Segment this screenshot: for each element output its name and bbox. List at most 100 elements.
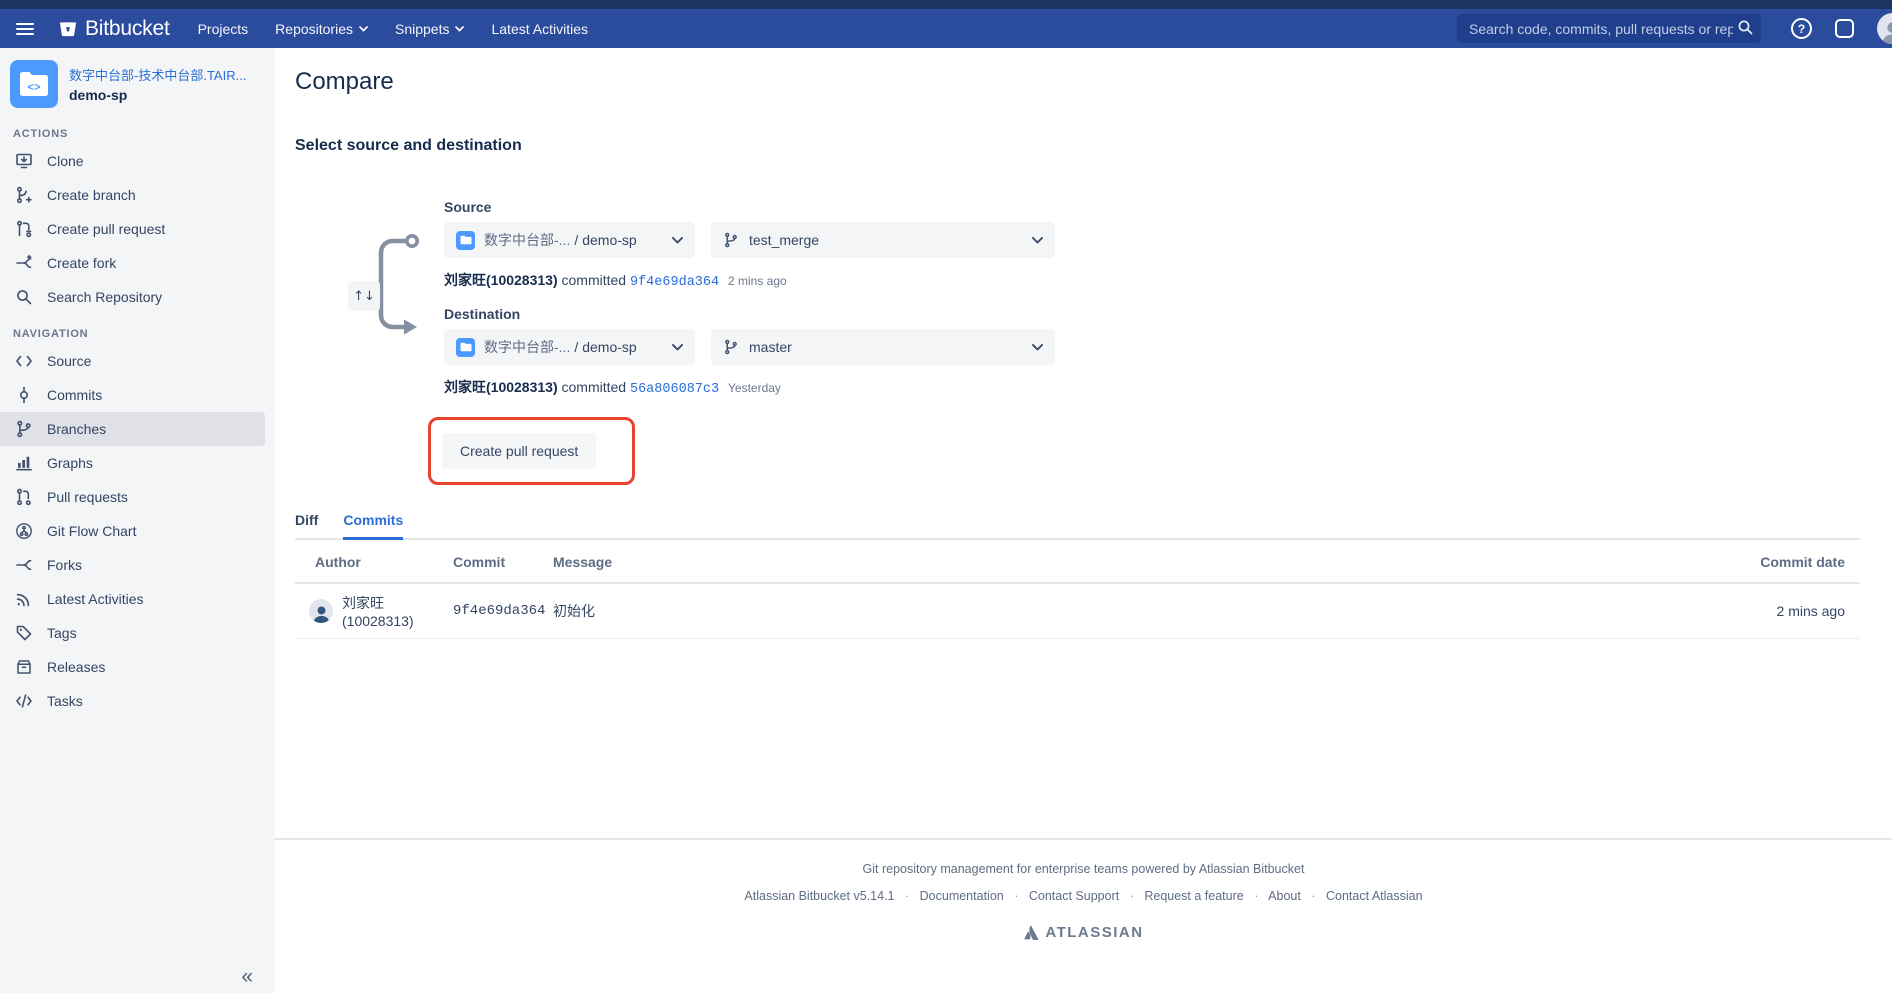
- search-repository-icon: [14, 287, 34, 307]
- destination-branch-name: master: [749, 339, 792, 355]
- sidebar-item-label: Pull requests: [47, 489, 128, 505]
- clone-icon: [14, 151, 34, 171]
- sidebar-item-clone[interactable]: Clone: [0, 144, 265, 178]
- chevron-down-icon: [1032, 237, 1043, 244]
- destination-repo-separator: /: [574, 339, 578, 355]
- sidebar-collapse-button[interactable]: «: [241, 965, 253, 989]
- bitbucket-logo[interactable]: Bitbucket: [58, 17, 170, 41]
- source-label: Source: [444, 199, 1860, 215]
- repo-folder-icon: [456, 231, 475, 250]
- sidebar-item-label: Tags: [47, 625, 77, 641]
- navigation-section-title: NAVIGATION: [13, 328, 275, 340]
- author-name: 刘家旺(10028313): [342, 593, 423, 629]
- compare-subtitle: Select source and destination: [295, 137, 1860, 155]
- search-input[interactable]: [1457, 14, 1761, 43]
- create-pull-request-button[interactable]: Create pull request: [442, 433, 596, 469]
- hamburger-menu-icon[interactable]: [16, 23, 34, 35]
- nav-links: Projects Repositories Snippets Latest Ac…: [198, 21, 588, 37]
- chevron-down-icon: [1032, 344, 1043, 351]
- sidebar-item-source[interactable]: Source: [0, 344, 265, 378]
- sidebar-item-label: Clone: [47, 153, 84, 169]
- sidebar-item-label: Graphs: [47, 455, 93, 471]
- commit-hash-link[interactable]: 56a806087c3: [630, 382, 719, 397]
- repo-header: <> 数字中台部-技术中台部.TAIR... demo-sp: [0, 60, 275, 108]
- sidebar-item-latest-activities[interactable]: Latest Activities: [0, 582, 265, 616]
- sidebar-item-create-branch[interactable]: Create branch: [0, 178, 265, 212]
- sidebar-item-branches[interactable]: Branches: [0, 412, 265, 446]
- branch-icon: [723, 232, 739, 248]
- commits-icon: [14, 385, 34, 405]
- source-selects-row: 数字中台部-... / demo-sp test_merge: [444, 222, 1860, 258]
- nav-item-latest-activities[interactable]: Latest Activities: [491, 21, 588, 37]
- source-branch-name: test_merge: [749, 232, 819, 248]
- nav-item-projects[interactable]: Projects: [198, 21, 249, 37]
- sidebar-item-label: Branches: [47, 421, 106, 437]
- tab-commits[interactable]: Commits: [343, 512, 403, 540]
- atlassian-logo[interactable]: ATLASSIAN: [1023, 924, 1143, 941]
- table-row: 刘家旺(10028313) 9f4e69da364 初始化 2 mins ago: [295, 583, 1860, 639]
- sidebar-item-tags[interactable]: Tags: [0, 616, 265, 650]
- sidebar-item-label: Source: [47, 353, 91, 369]
- commit-author: 刘家旺(10028313): [444, 379, 558, 395]
- source-branch-select[interactable]: test_merge: [711, 222, 1055, 258]
- repo-name: demo-sp: [69, 87, 246, 103]
- footer-link-documentation[interactable]: Documentation: [920, 889, 1004, 903]
- repo-sidebar: <> 数字中台部-技术中台部.TAIR... demo-sp ACTIONS C…: [0, 48, 275, 993]
- footer-link-about[interactable]: About: [1268, 889, 1301, 903]
- footer-link-contact-atlassian[interactable]: Contact Atlassian: [1326, 889, 1423, 903]
- forks-icon: [14, 555, 34, 575]
- help-icon[interactable]: ?: [1791, 18, 1812, 39]
- author-cell: 刘家旺(10028313): [309, 593, 423, 629]
- source-commit-info: 刘家旺(10028313) committed 9f4e69da364 2 mi…: [444, 270, 1860, 290]
- sidebar-item-search-repository[interactable]: Search Repository: [0, 280, 265, 314]
- bitbucket-bucket-icon: [58, 19, 78, 39]
- chevron-down-icon: [672, 344, 683, 351]
- tab-diff[interactable]: Diff: [295, 512, 318, 538]
- destination-selects-row: 数字中台部-... / demo-sp master: [444, 329, 1860, 365]
- destination-label: Destination: [444, 306, 1860, 322]
- sidebar-item-forks[interactable]: Forks: [0, 548, 265, 582]
- source-repo-select[interactable]: 数字中台部-... / demo-sp: [444, 222, 695, 258]
- footer-link-contact-support[interactable]: Contact Support: [1029, 889, 1119, 903]
- global-search: [1457, 14, 1761, 43]
- sidebar-item-label: Latest Activities: [47, 591, 144, 607]
- swap-source-destination-button[interactable]: ↑↓: [348, 281, 380, 311]
- destination-repo-project: 数字中台部-...: [484, 337, 570, 357]
- column-header-author: Author: [295, 540, 438, 583]
- destination-repo-name: demo-sp: [582, 339, 636, 355]
- sidebar-item-commits[interactable]: Commits: [0, 378, 265, 412]
- commit-verb: committed: [562, 272, 627, 288]
- releases-icon: [14, 657, 34, 677]
- commits-table: Author Commit Message Commit date 刘家旺(10…: [295, 540, 1860, 639]
- nav-item-repositories[interactable]: Repositories: [275, 21, 368, 37]
- destination-branch-select[interactable]: master: [711, 329, 1055, 365]
- create-branch-icon: [14, 185, 34, 205]
- sidebar-item-git-flow-chart[interactable]: Git Flow Chart: [0, 514, 265, 548]
- repo-avatar-icon: <>: [10, 60, 58, 108]
- sidebar-item-label: Search Repository: [47, 289, 162, 305]
- destination-repo-select[interactable]: 数字中台部-... / demo-sp: [444, 329, 695, 365]
- app-switcher-icon[interactable]: [1835, 19, 1854, 38]
- project-link[interactable]: 数字中台部-技术中台部.TAIR...: [69, 65, 246, 84]
- author-avatar: [309, 599, 333, 623]
- latest-activities-icon: [14, 589, 34, 609]
- footer-tagline: Git repository management for enterprise…: [275, 862, 1892, 876]
- main-content: Compare Select source and destination ↑↓…: [275, 48, 1892, 993]
- commit-hash-link[interactable]: 9f4e69da364: [630, 275, 719, 290]
- sidebar-item-label: Create branch: [47, 187, 136, 203]
- sidebar-item-create-pull-request[interactable]: Create pull request: [0, 212, 265, 246]
- commit-time: 2 mins ago: [728, 274, 787, 288]
- nav-item-snippets[interactable]: Snippets: [395, 21, 464, 37]
- branches-icon: [14, 419, 34, 439]
- sidebar-item-graphs[interactable]: Graphs: [0, 446, 265, 480]
- commit-hash-link[interactable]: 9f4e69da364: [438, 583, 538, 639]
- column-header-commit: Commit: [438, 540, 538, 583]
- sidebar-item-tasks[interactable]: Tasks: [0, 684, 265, 718]
- sidebar-item-pull-requests[interactable]: Pull requests: [0, 480, 265, 514]
- source-repo-separator: /: [574, 232, 578, 248]
- user-avatar[interactable]: [1877, 13, 1892, 44]
- sidebar-item-releases[interactable]: Releases: [0, 650, 265, 684]
- sidebar-item-create-fork[interactable]: Create fork: [0, 246, 265, 280]
- footer-link-request-a-feature[interactable]: Request a feature: [1144, 889, 1243, 903]
- search-icon: [1737, 19, 1754, 41]
